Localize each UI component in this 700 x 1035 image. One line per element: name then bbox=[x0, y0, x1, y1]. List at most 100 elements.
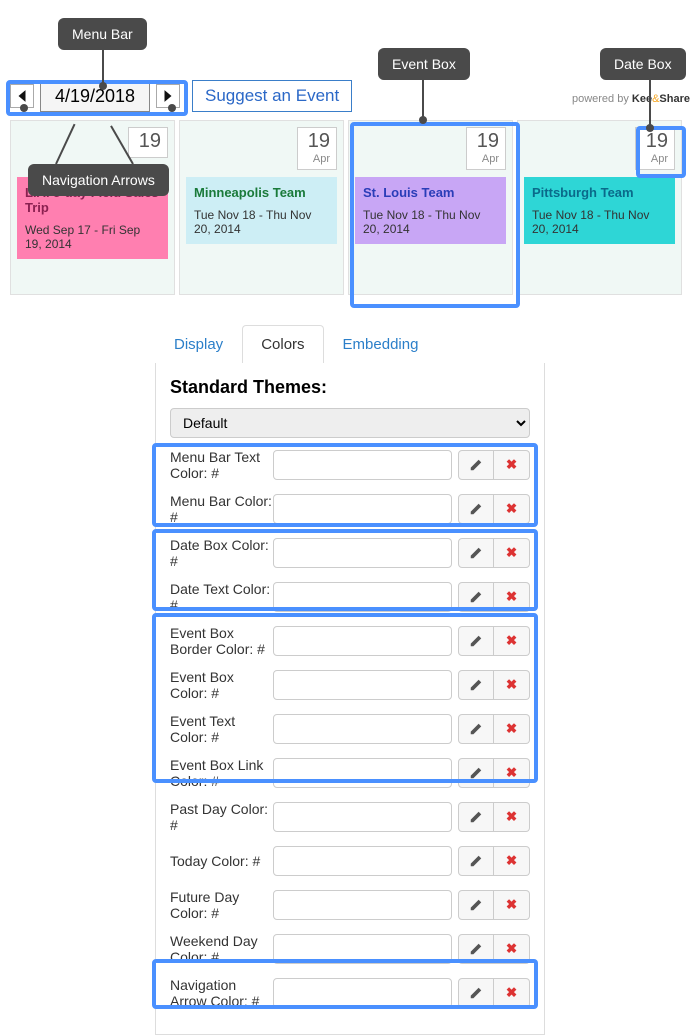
color-input[interactable] bbox=[273, 494, 452, 524]
date-number: 19 bbox=[473, 130, 499, 153]
date-month: Apr bbox=[642, 153, 668, 165]
clear-color-button[interactable]: ✖ bbox=[494, 494, 530, 524]
clear-color-button[interactable]: ✖ bbox=[494, 802, 530, 832]
color-input[interactable] bbox=[273, 538, 452, 568]
color-row: Date Box Color: # ✖ bbox=[170, 536, 530, 570]
close-icon: ✖ bbox=[506, 501, 517, 517]
clear-color-button[interactable]: ✖ bbox=[494, 846, 530, 876]
day-column: 19 Apr Minneapolis Team Tue Nov 18 - Thu… bbox=[179, 120, 344, 295]
clear-color-button[interactable]: ✖ bbox=[494, 978, 530, 1008]
clear-color-button[interactable]: ✖ bbox=[494, 758, 530, 788]
color-label: Menu Bar Color: # bbox=[170, 493, 273, 525]
color-actions: ✖ bbox=[458, 890, 530, 920]
pencil-icon bbox=[469, 942, 483, 956]
event-card[interactable]: Minneapolis Team Tue Nov 18 - Thu Nov 20… bbox=[186, 177, 337, 244]
date-number: 19 bbox=[304, 130, 330, 153]
clear-color-button[interactable]: ✖ bbox=[494, 934, 530, 964]
color-row: Event Box Link Color: # ✖ bbox=[170, 756, 530, 790]
close-icon: ✖ bbox=[506, 809, 517, 825]
event-card[interactable]: St. Louis Team Tue Nov 18 - Thu Nov 20, … bbox=[355, 177, 506, 244]
edit-color-button[interactable] bbox=[458, 626, 494, 656]
color-input[interactable] bbox=[273, 846, 452, 876]
color-row: Today Color: # ✖ bbox=[170, 844, 530, 878]
color-label: Date Text Color: # bbox=[170, 581, 273, 613]
pencil-icon bbox=[469, 766, 483, 780]
edit-color-button[interactable] bbox=[458, 450, 494, 480]
date-number: 19 bbox=[135, 130, 161, 153]
pencil-icon bbox=[469, 502, 483, 516]
clear-color-button[interactable]: ✖ bbox=[494, 890, 530, 920]
edit-color-button[interactable] bbox=[458, 582, 494, 612]
color-label: Date Box Color: # bbox=[170, 537, 273, 569]
color-actions: ✖ bbox=[458, 538, 530, 568]
color-input[interactable] bbox=[273, 934, 452, 964]
color-actions: ✖ bbox=[458, 846, 530, 876]
clear-color-button[interactable]: ✖ bbox=[494, 714, 530, 744]
edit-color-button[interactable] bbox=[458, 846, 494, 876]
event-title: Minneapolis Team bbox=[194, 185, 329, 200]
edit-color-button[interactable] bbox=[458, 714, 494, 744]
theme-select[interactable]: Default bbox=[170, 408, 530, 438]
tab-display[interactable]: Display bbox=[155, 325, 242, 363]
color-input[interactable] bbox=[273, 890, 452, 920]
edit-color-button[interactable] bbox=[458, 494, 494, 524]
color-input[interactable] bbox=[273, 802, 452, 832]
close-icon: ✖ bbox=[506, 589, 517, 605]
settings-body: Standard Themes: Default Menu Bar Text C… bbox=[155, 363, 545, 1035]
color-row: Past Day Color: # ✖ bbox=[170, 800, 530, 834]
color-label: Event Box Border Color: # bbox=[170, 625, 273, 657]
color-label: Weekend Day Color: # bbox=[170, 933, 273, 965]
edit-color-button[interactable] bbox=[458, 538, 494, 568]
color-actions: ✖ bbox=[458, 450, 530, 480]
arrow-left-icon bbox=[16, 89, 28, 103]
color-row: Menu Bar Text Color: # ✖ bbox=[170, 448, 530, 482]
clear-color-button[interactable]: ✖ bbox=[494, 582, 530, 612]
section-title: Standard Themes: bbox=[170, 377, 530, 398]
edit-color-button[interactable] bbox=[458, 670, 494, 700]
color-row: Navigation Arrow Color: # ✖ bbox=[170, 976, 530, 1010]
day-column: 19 Apr Pittsburgh Team Tue Nov 18 - Thu … bbox=[517, 120, 682, 295]
color-label: Today Color: # bbox=[170, 853, 273, 869]
calendar-preview: Menu Bar Event Box Date Box Navigation A… bbox=[0, 0, 700, 305]
pencil-icon bbox=[469, 722, 483, 736]
settings-tabs: Display Colors Embedding bbox=[155, 325, 545, 363]
color-label: Event Text Color: # bbox=[170, 713, 273, 745]
day-column: 19 Apr St. Louis Team Tue Nov 18 - Thu N… bbox=[348, 120, 513, 295]
edit-color-button[interactable] bbox=[458, 978, 494, 1008]
close-icon: ✖ bbox=[506, 941, 517, 957]
suggest-event-button[interactable]: Suggest an Event bbox=[192, 80, 352, 112]
color-row: Date Text Color: # ✖ bbox=[170, 580, 530, 614]
color-input[interactable] bbox=[273, 670, 452, 700]
color-actions: ✖ bbox=[458, 670, 530, 700]
color-input[interactable] bbox=[273, 978, 452, 1008]
color-label: Event Box Color: # bbox=[170, 669, 273, 701]
tab-embedding[interactable]: Embedding bbox=[324, 325, 438, 363]
edit-color-button[interactable] bbox=[458, 802, 494, 832]
color-input[interactable] bbox=[273, 626, 452, 656]
color-actions: ✖ bbox=[458, 934, 530, 964]
color-actions: ✖ bbox=[458, 758, 530, 788]
clear-color-button[interactable]: ✖ bbox=[494, 450, 530, 480]
color-input[interactable] bbox=[273, 714, 452, 744]
event-card[interactable]: Pittsburgh Team Tue Nov 18 - Thu Nov 20,… bbox=[524, 177, 675, 244]
close-icon: ✖ bbox=[506, 677, 517, 693]
day-columns: 19 L.A. 5-day Field Sales Trip Wed Sep 1… bbox=[10, 120, 700, 295]
date-input[interactable] bbox=[40, 81, 150, 112]
color-input[interactable] bbox=[273, 758, 452, 788]
color-actions: ✖ bbox=[458, 582, 530, 612]
edit-color-button[interactable] bbox=[458, 890, 494, 920]
color-input[interactable] bbox=[273, 450, 452, 480]
pencil-icon bbox=[469, 458, 483, 472]
event-dates: Tue Nov 18 - Thu Nov 20, 2014 bbox=[532, 208, 667, 236]
color-label: Menu Bar Text Color: # bbox=[170, 449, 273, 481]
pencil-icon bbox=[469, 810, 483, 824]
color-label: Navigation Arrow Color: # bbox=[170, 977, 273, 1009]
event-title: St. Louis Team bbox=[363, 185, 498, 200]
clear-color-button[interactable]: ✖ bbox=[494, 626, 530, 656]
edit-color-button[interactable] bbox=[458, 758, 494, 788]
clear-color-button[interactable]: ✖ bbox=[494, 670, 530, 700]
tab-colors[interactable]: Colors bbox=[242, 325, 323, 363]
color-input[interactable] bbox=[273, 582, 452, 612]
edit-color-button[interactable] bbox=[458, 934, 494, 964]
clear-color-button[interactable]: ✖ bbox=[494, 538, 530, 568]
